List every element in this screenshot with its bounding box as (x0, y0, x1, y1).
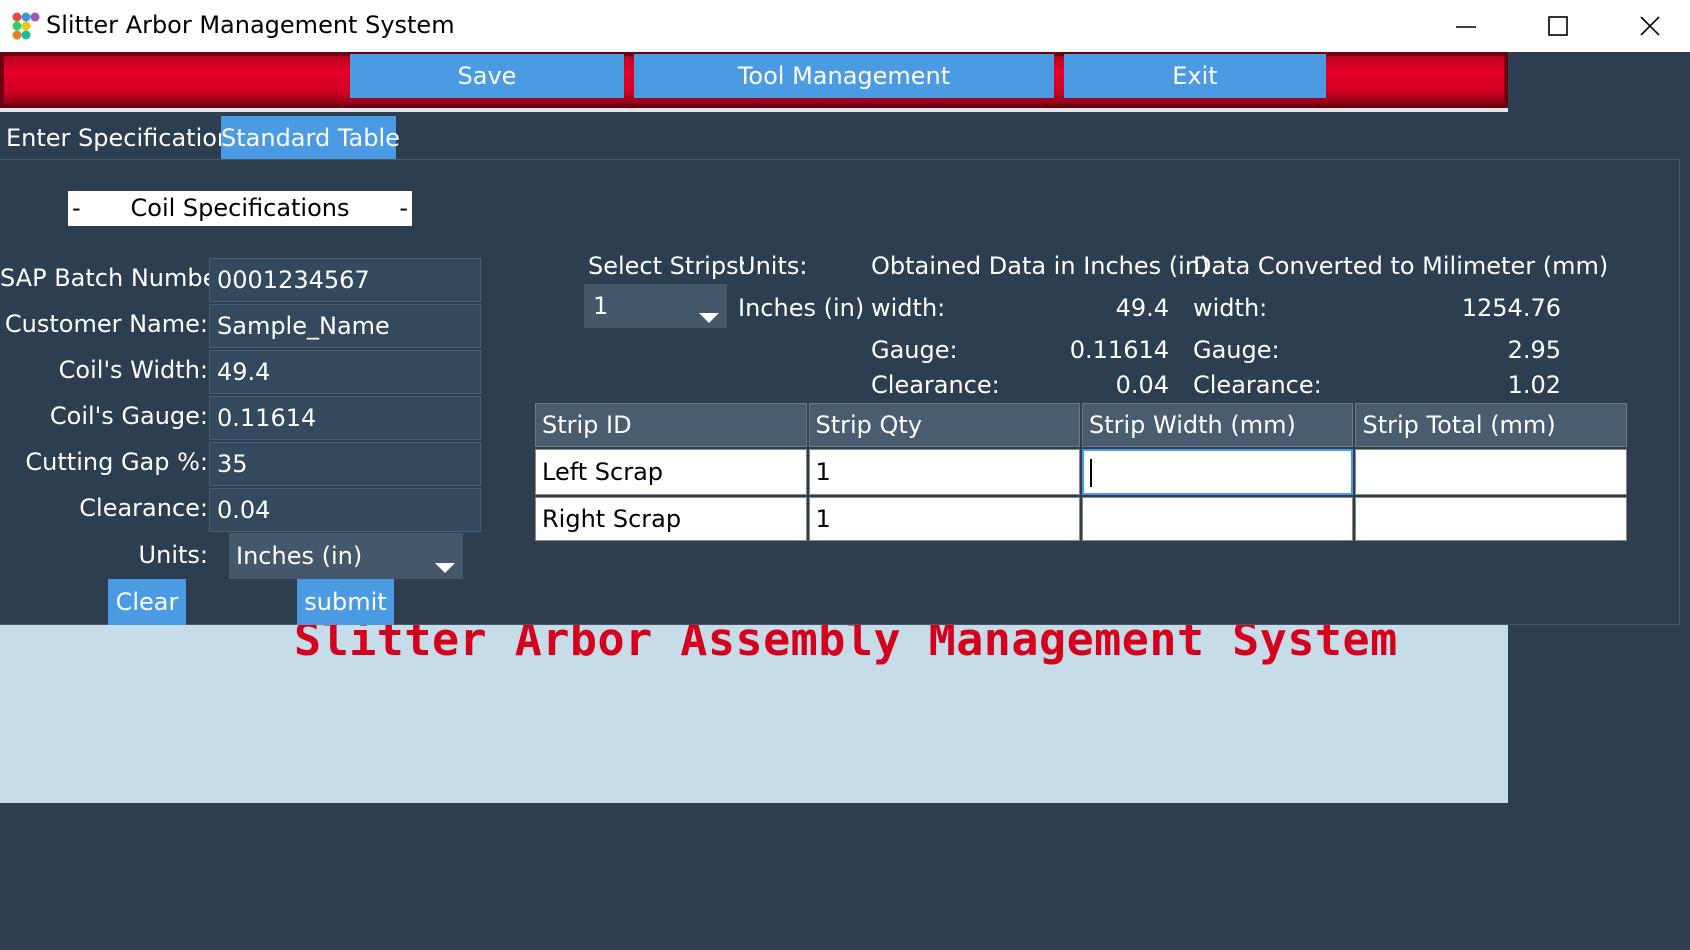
coil-width-input[interactable]: 49.4 (209, 350, 481, 394)
strip-id-cell[interactable]: Right Scrap (535, 497, 807, 541)
converted-data-header: Data Converted to Milimeter (mm) (1193, 252, 1609, 280)
units-label: Units: (138, 541, 208, 569)
units-dropdown[interactable]: Inches (in) (229, 533, 463, 579)
obtained-clearance-value: 0.04 (1115, 371, 1169, 399)
column-header-strip-id[interactable]: Strip ID (535, 403, 807, 447)
strip-qty-cell[interactable]: 1 (808, 497, 1080, 541)
strip-width-cell[interactable] (1081, 497, 1354, 541)
cutting-gap-input[interactable]: 35 (209, 442, 481, 486)
obtained-gauge-label: Gauge: (871, 336, 958, 364)
table-row: Right Scrap 1 (535, 497, 1627, 541)
exit-button[interactable]: Exit (1064, 54, 1326, 98)
close-icon[interactable] (1604, 0, 1690, 52)
obtained-gauge-value: 0.11614 (1069, 336, 1169, 364)
chevron-down-icon (699, 313, 719, 323)
column-header-strip-width[interactable]: Strip Width (mm) (1081, 403, 1354, 447)
coil-specifications-title: Coil Specifications (130, 194, 350, 222)
obtained-data-header: Obtained Data in Inches (in) (871, 252, 1210, 280)
clearance-label: Clearance: (79, 494, 208, 522)
column-header-strip-qty[interactable]: Strip Qty (808, 403, 1080, 447)
watermark-panel: Slitter Arbor Assembly Management System (0, 625, 1508, 803)
window-title: Slitter Arbor Management System (46, 11, 455, 39)
strip-total-cell[interactable] (1355, 497, 1627, 541)
strip-table: Strip ID Strip Qty Strip Width (mm) Stri… (533, 401, 1629, 543)
select-strips-label: Select Strips: (588, 252, 747, 280)
obtained-width-label: width: (871, 294, 946, 322)
strip-width-cell[interactable] (1081, 449, 1354, 495)
banner-divider (0, 108, 1508, 112)
table-header-row: Strip ID Strip Qty Strip Width (mm) Stri… (535, 403, 1627, 447)
strip-total-cell[interactable] (1355, 449, 1627, 495)
strip-qty-cell[interactable]: 1 (808, 449, 1080, 495)
cutting-gap-label: Cutting Gap %: (25, 448, 208, 476)
converted-clearance-value: 1.02 (1507, 371, 1561, 399)
tool-management-button[interactable]: Tool Management (634, 54, 1054, 98)
text-cursor (1089, 458, 1092, 487)
converted-gauge-label: Gauge: (1193, 336, 1280, 364)
customer-name-label: Customer Name: (4, 310, 208, 338)
submit-button[interactable]: submit (297, 579, 394, 625)
app-dots-icon (10, 10, 40, 40)
chevron-down-icon (435, 563, 455, 573)
converted-gauge-value: 2.95 (1507, 336, 1561, 364)
coil-gauge-label: Coil's Gauge: (49, 402, 208, 430)
customer-name-input[interactable]: Sample_Name (209, 304, 481, 348)
sap-batch-number-input[interactable]: 0001234567 (209, 258, 481, 302)
units-dropdown-value: Inches (in) (236, 542, 363, 570)
obtained-width-value: 49.4 (1115, 294, 1169, 322)
clear-button[interactable]: Clear (108, 579, 186, 625)
strip-units-value: Inches (in) (738, 294, 865, 322)
strips-dropdown[interactable]: 1 (584, 284, 727, 328)
strip-units-label: Units: (738, 252, 808, 280)
save-button[interactable]: Save (350, 54, 624, 98)
strips-dropdown-value: 1 (593, 292, 609, 320)
clearance-input[interactable]: 0.04 (209, 488, 481, 532)
tab-enter-specifications[interactable]: Enter Specifications (0, 116, 251, 160)
tab-standard-table[interactable]: Standard Table (221, 116, 400, 160)
watermark-text: Slitter Arbor Assembly Management System (294, 625, 1398, 666)
maximize-icon[interactable] (1512, 0, 1604, 52)
column-header-strip-total[interactable]: Strip Total (mm) (1355, 403, 1627, 447)
coil-specifications-header[interactable]: - Coil Specifications - (68, 191, 412, 226)
sap-batch-number-label: SAP Batch Number: (0, 264, 235, 292)
converted-width-label: width: (1193, 294, 1268, 322)
converted-width-value: 1254.76 (1461, 294, 1561, 322)
collapse-dash-right: - (399, 194, 408, 222)
table-row: Left Scrap 1 (535, 449, 1627, 495)
minimize-icon[interactable] (1420, 0, 1512, 52)
strip-id-cell[interactable]: Left Scrap (535, 449, 807, 495)
coil-gauge-input[interactable]: 0.11614 (209, 396, 481, 440)
coil-width-label: Coil's Width: (58, 356, 208, 384)
